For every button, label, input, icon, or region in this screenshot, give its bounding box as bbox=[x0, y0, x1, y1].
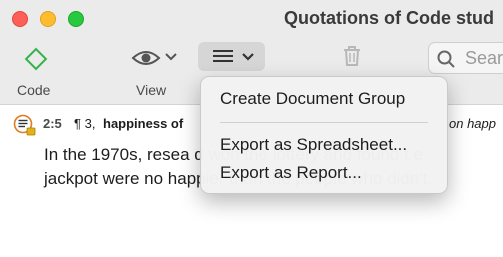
quotation-document: on happ bbox=[449, 116, 496, 131]
quotation-paragraph: ¶ 3, bbox=[74, 116, 96, 131]
search-icon bbox=[437, 50, 455, 68]
close-window-button[interactable] bbox=[12, 11, 28, 27]
quotation-icon bbox=[13, 114, 36, 136]
eye-icon[interactable] bbox=[131, 48, 161, 68]
menu-item-export-spreadsheet[interactable]: Export as Spreadsheet... bbox=[220, 135, 407, 155]
chevron-down-icon[interactable] bbox=[165, 52, 177, 62]
quotation-ref: 2:5 bbox=[43, 116, 62, 131]
code-diamond-icon[interactable] bbox=[23, 46, 49, 72]
trash-icon[interactable] bbox=[342, 45, 362, 67]
menu-separator bbox=[220, 122, 428, 123]
code-button-label[interactable]: Code bbox=[17, 82, 50, 98]
menu-item-export-report[interactable]: Export as Report... bbox=[220, 163, 362, 183]
window-title: Quotations of Code stud bbox=[284, 8, 494, 28]
search-field[interactable]: Sear bbox=[428, 42, 503, 74]
search-placeholder: Sear bbox=[465, 48, 503, 68]
maximize-window-button[interactable] bbox=[68, 11, 84, 27]
view-button-label[interactable]: View bbox=[136, 82, 166, 98]
quotation-code: happiness of bbox=[103, 116, 184, 131]
chevron-down-icon bbox=[242, 53, 254, 61]
export-menu-button[interactable] bbox=[198, 42, 265, 71]
list-icon bbox=[213, 50, 233, 62]
export-dropdown-menu: Create Document Group Export as Spreadsh… bbox=[200, 76, 448, 194]
menu-item-create-document-group[interactable]: Create Document Group bbox=[220, 89, 405, 109]
minimize-window-button[interactable] bbox=[40, 11, 56, 27]
